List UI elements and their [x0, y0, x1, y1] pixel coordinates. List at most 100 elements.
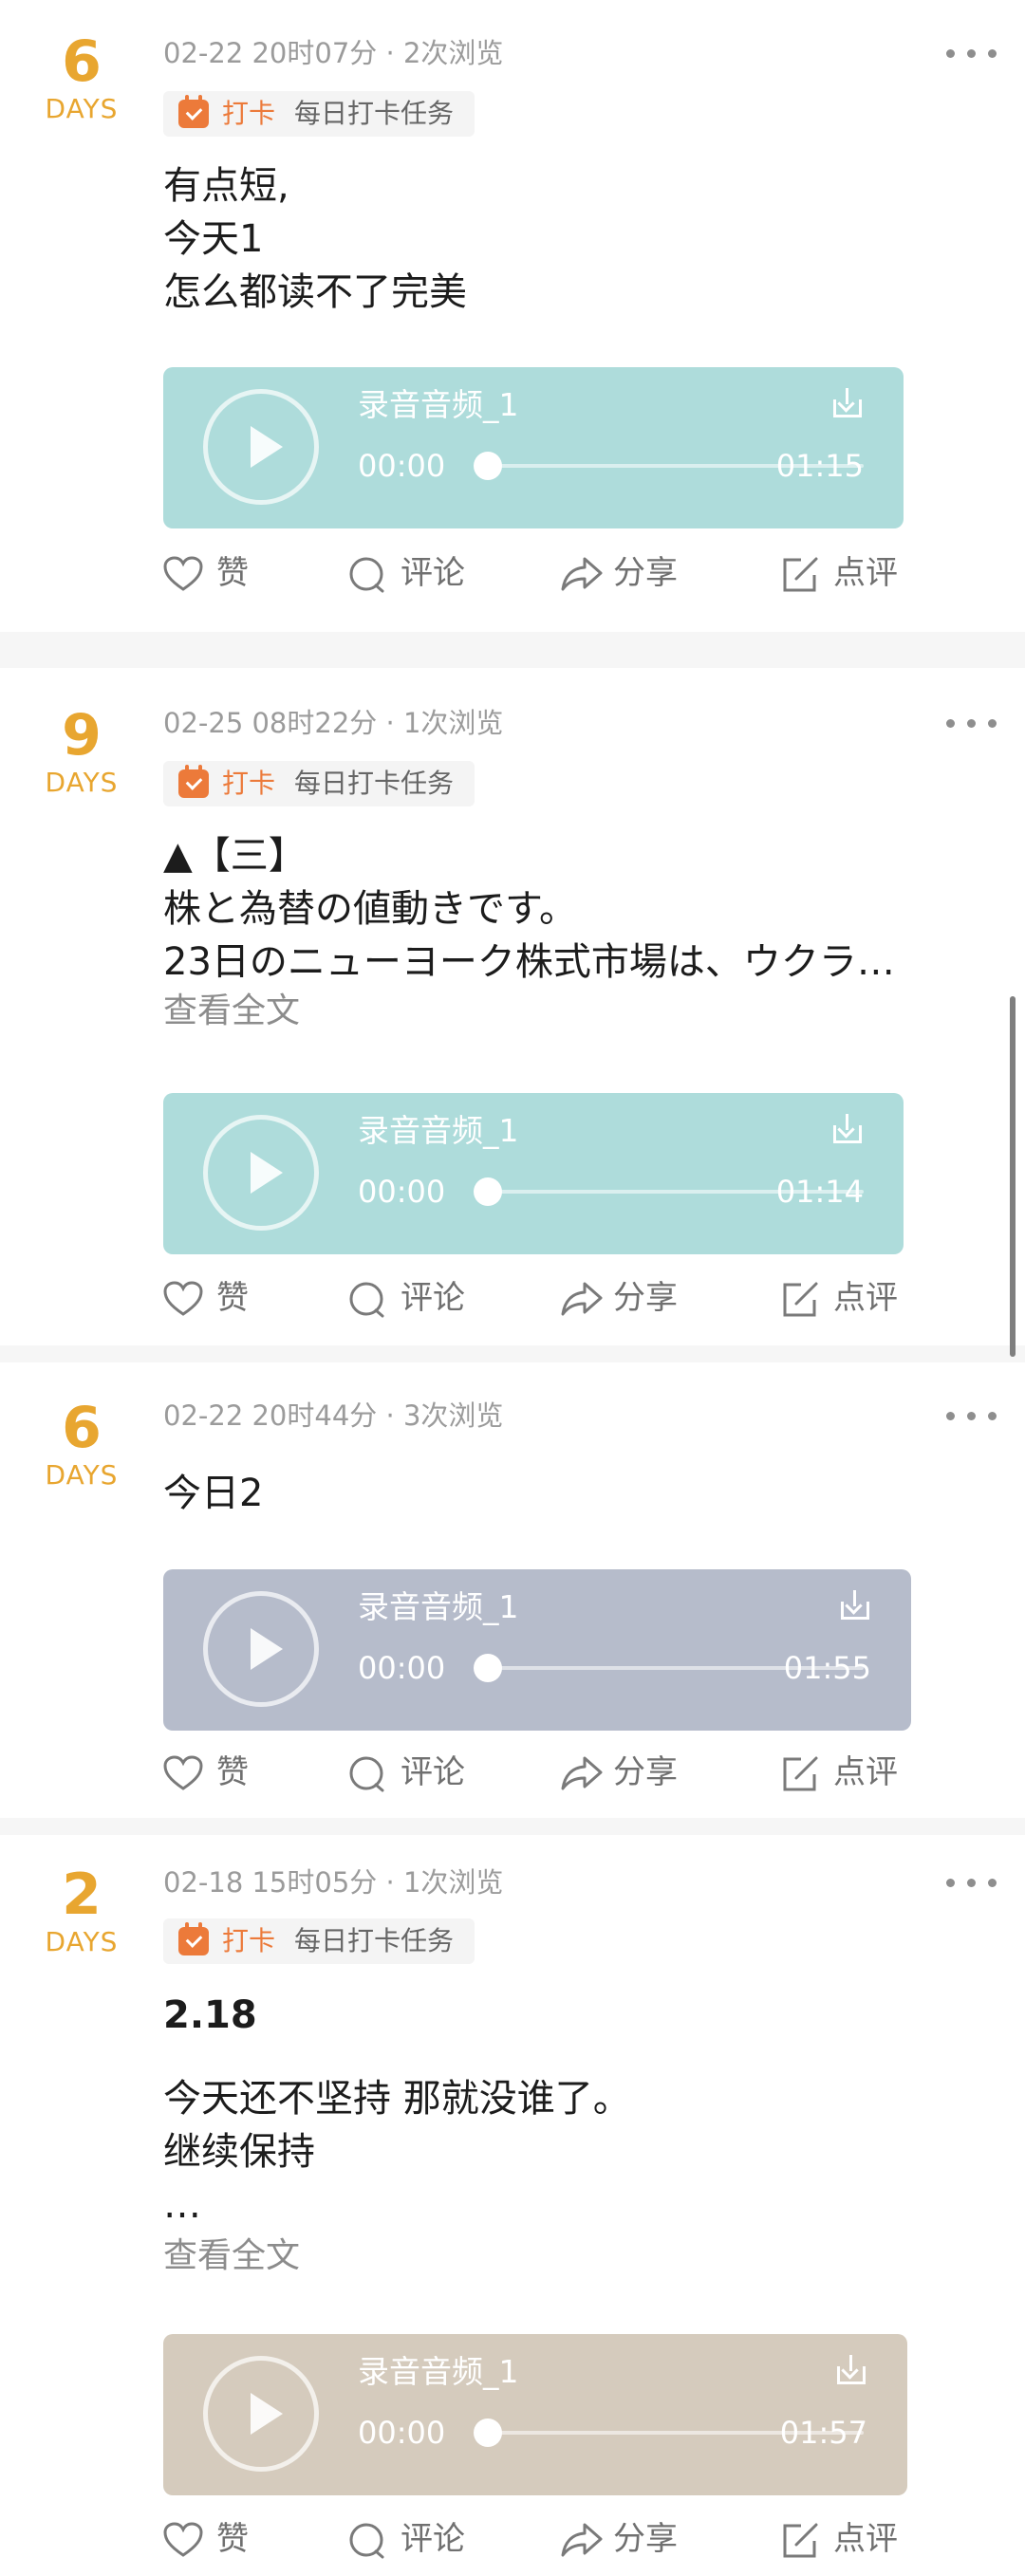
- review-label: 点评: [833, 554, 898, 592]
- days-counter: 2 DAYS: [36, 1863, 127, 1958]
- comment-label: 评论: [401, 2520, 465, 2558]
- download-icon[interactable]: [833, 1114, 862, 1144]
- audio-player: 录音音频_1 00:00 01:57: [163, 2334, 907, 2495]
- task-tag[interactable]: 打卡 每日打卡任务: [163, 761, 475, 806]
- post-line: 今天1: [163, 217, 264, 261]
- post-line: ▲【三】: [163, 834, 307, 878]
- like-label: 赞: [216, 2520, 249, 2558]
- more-options-icon[interactable]: [944, 34, 1001, 72]
- audio-duration: 01:14: [775, 1174, 864, 1210]
- days-counter: 6 DAYS: [36, 30, 127, 125]
- post-body: 有点短, 今天1 怎么都读不了完美: [163, 159, 989, 319]
- days-counter: 9 DAYS: [36, 704, 127, 799]
- audio-progress-knob[interactable]: [474, 1177, 502, 1206]
- share-label: 分享: [613, 1279, 678, 1317]
- days-label: DAYS: [45, 93, 119, 124]
- post-actions: 赞 评论 分享 点评: [0, 1746, 1025, 1799]
- share-icon: [561, 557, 603, 591]
- days-number: 6: [62, 1395, 102, 1461]
- download-icon[interactable]: [841, 1590, 869, 1621]
- calendar-check-icon: [178, 1922, 209, 1955]
- comment-icon: [349, 1282, 384, 1318]
- post-line: 今日2: [163, 1472, 264, 1515]
- download-icon[interactable]: [833, 388, 862, 418]
- post-meta: 02-25 08时22分 · 1次浏览: [163, 707, 504, 739]
- audio-player: 录音音频_1 00:00 01:15: [163, 367, 904, 528]
- scrollbar[interactable]: [1010, 996, 1016, 1357]
- play-icon: [251, 426, 283, 468]
- audio-current-time: 00:00: [358, 1650, 446, 1686]
- post-card: 6 DAYS 02-22 20时07分 · 2次浏览 打卡 每日打卡任务 有点短…: [0, 0, 1025, 617]
- audio-duration: 01:55: [783, 1650, 871, 1686]
- comment-label: 评论: [401, 1279, 465, 1317]
- post-card: 2 DAYS 02-18 15时05分 · 1次浏览 打卡 每日打卡任务 2.1…: [0, 1835, 1025, 2576]
- more-options-icon[interactable]: [944, 1863, 1001, 1901]
- heart-icon: [163, 556, 203, 591]
- read-more-link[interactable]: 查看全文: [163, 989, 300, 1034]
- play-icon: [251, 2393, 283, 2435]
- tag-name: 每日打卡任务: [294, 98, 455, 129]
- play-button[interactable]: [203, 1115, 319, 1231]
- days-number: 9: [62, 702, 102, 769]
- post-actions: 赞 评论 分享 点评: [0, 1271, 1025, 1325]
- audio-title: 录音音频_1: [358, 386, 519, 423]
- audio-player: 录音音频_1 00:00 01:14: [163, 1093, 904, 1254]
- post-meta: 02-18 15时05分 · 1次浏览: [163, 1866, 504, 1899]
- days-counter: 6 DAYS: [36, 1397, 127, 1492]
- play-button[interactable]: [203, 389, 319, 505]
- days-number: 6: [62, 28, 102, 95]
- task-tag[interactable]: 打卡 每日打卡任务: [163, 91, 475, 137]
- audio-progress-knob[interactable]: [474, 1654, 502, 1682]
- task-tag[interactable]: 打卡 每日打卡任务: [163, 1918, 475, 1964]
- post-line: 怎么都读不了完美: [163, 270, 467, 314]
- comment-icon: [349, 2523, 384, 2559]
- share-label: 分享: [613, 2520, 678, 2558]
- review-label: 点评: [833, 1279, 898, 1317]
- calendar-check-icon: [178, 95, 209, 128]
- tag-name: 每日打卡任务: [294, 1925, 455, 1956]
- review-label: 点评: [833, 1753, 898, 1791]
- post-body: 2.18: [163, 1989, 989, 2042]
- post-card: 6 DAYS 02-22 20时44分 · 3次浏览 今日2 录音音频_1 00…: [0, 1362, 1025, 1818]
- like-label: 赞: [216, 1279, 249, 1317]
- post-feed: 6 DAYS 02-22 20时07分 · 2次浏览 打卡 每日打卡任务 有点短…: [0, 0, 1025, 2576]
- like-label: 赞: [216, 1753, 249, 1791]
- download-icon[interactable]: [837, 2355, 866, 2385]
- more-options-icon[interactable]: [944, 704, 1001, 742]
- days-label: DAYS: [45, 1459, 119, 1491]
- audio-current-time: 00:00: [358, 1174, 446, 1210]
- play-button[interactable]: [203, 2356, 319, 2472]
- post-title: 2.18: [163, 1993, 257, 2037]
- audio-progress-knob[interactable]: [474, 452, 502, 480]
- post-divider: [0, 619, 1025, 668]
- audio-title: 录音音频_1: [358, 1588, 519, 1625]
- calendar-check-icon: [178, 765, 209, 798]
- play-icon: [251, 1152, 283, 1194]
- tag-name: 每日打卡任务: [294, 768, 455, 799]
- audio-title: 录音音频_1: [358, 2353, 519, 2390]
- post-body: 今天还不坚持 那就没谁了。 继续保持 …: [163, 2072, 989, 2232]
- read-more-link[interactable]: 查看全文: [163, 2233, 300, 2279]
- play-button[interactable]: [203, 1591, 319, 1707]
- post-line: 株と為替の値動きです。: [163, 887, 577, 931]
- post-divider: [0, 1345, 1025, 1362]
- review-label: 点评: [833, 2520, 898, 2558]
- post-actions: 赞 评论 分享 点评: [0, 2512, 1025, 2566]
- heart-icon: [163, 1281, 203, 1316]
- edit-icon: [783, 2523, 818, 2558]
- share-icon: [561, 2523, 603, 2557]
- edit-icon: [783, 1282, 818, 1317]
- edit-icon: [783, 1756, 818, 1791]
- more-options-icon[interactable]: [944, 1397, 1001, 1435]
- share-label: 分享: [613, 554, 678, 592]
- audio-progress-knob[interactable]: [474, 2418, 502, 2447]
- hidden-actions-peek: [0, 619, 1025, 632]
- heart-icon: [163, 2522, 203, 2557]
- tag-type: 打卡: [222, 768, 276, 799]
- audio-current-time: 00:00: [358, 2415, 446, 2451]
- days-number: 2: [62, 1862, 102, 1928]
- audio-player: 录音音频_1 00:00 01:55: [163, 1569, 911, 1731]
- post-line: 23日のニューヨーク株式市場は、ウクラ…: [163, 940, 895, 984]
- heart-icon: [163, 1755, 203, 1790]
- tag-type: 打卡: [222, 1925, 276, 1956]
